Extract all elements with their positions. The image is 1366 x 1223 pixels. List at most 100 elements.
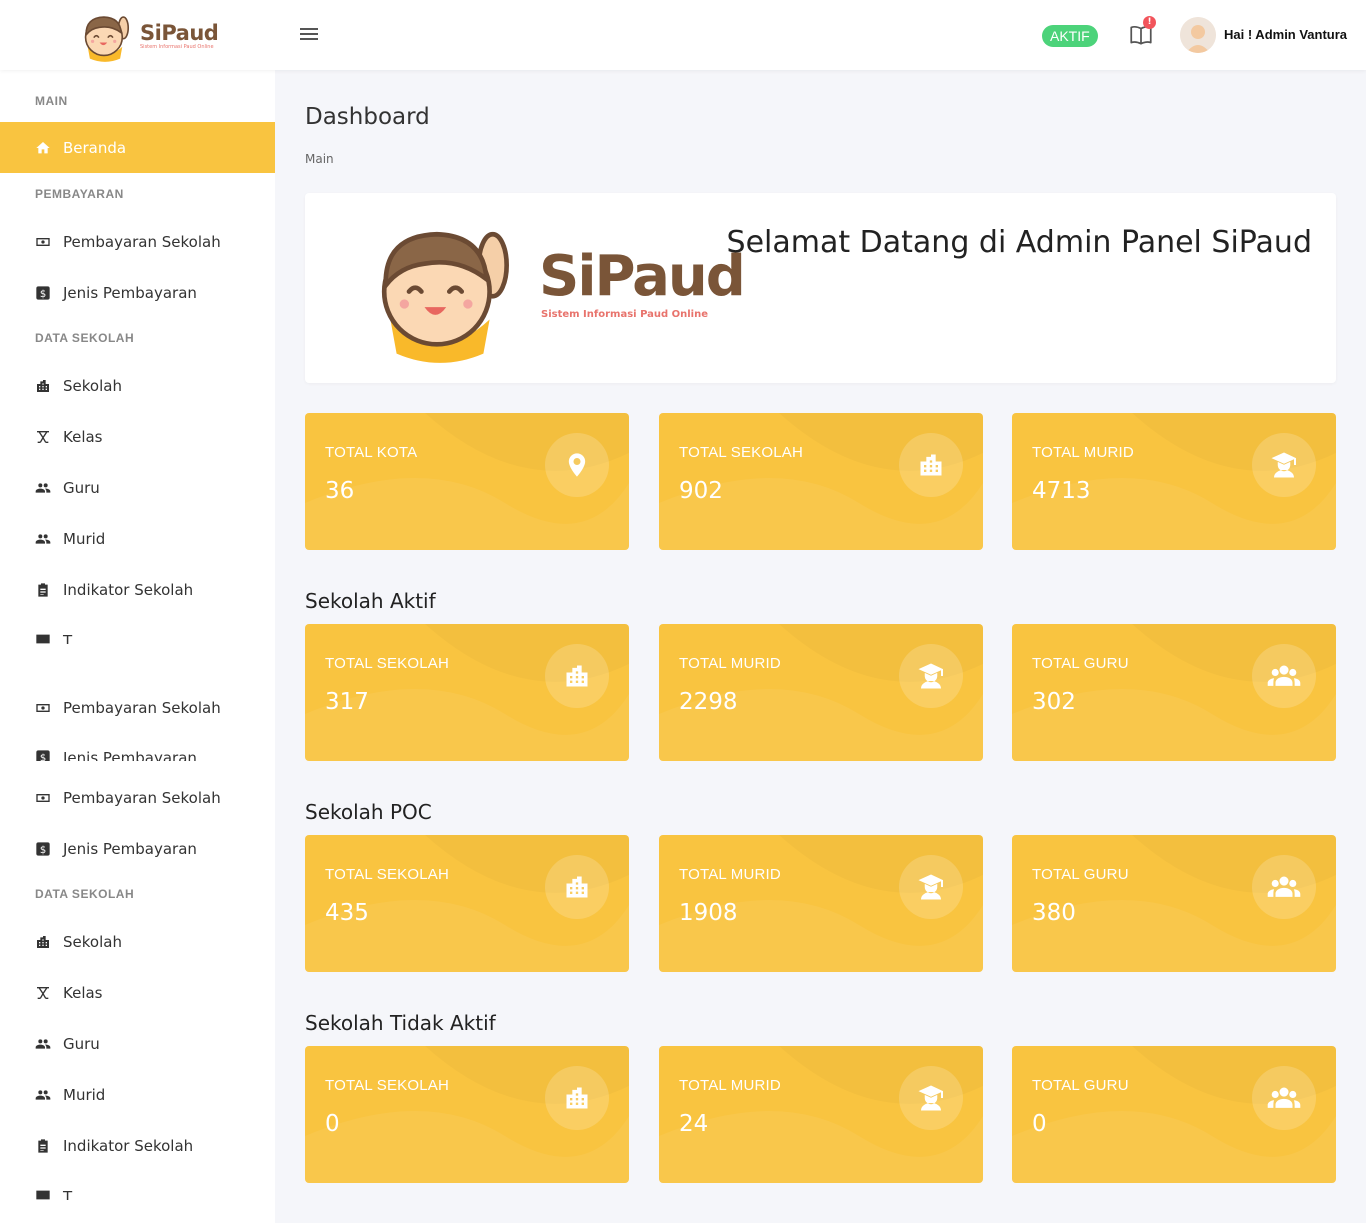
stat-icon-wrap <box>545 1066 609 1130</box>
building-icon <box>563 873 591 901</box>
stat-label: TOTAL MURID <box>679 655 781 672</box>
home-icon <box>35 140 51 156</box>
stat-label: TOTAL GURU <box>1032 1077 1129 1094</box>
users-icon <box>1267 1081 1301 1115</box>
sidebar-item-pembayaran-sekolah[interactable]: Pembayaran Sekolah <box>0 682 275 733</box>
breadcrumb[interactable]: Main <box>305 152 334 166</box>
sidebar-item-pembayaran-sekolah[interactable]: Pembayaran Sekolah <box>0 216 275 267</box>
user-greeting[interactable]: Hai ! Admin Vantura <box>1224 27 1347 42</box>
sidebar-item-label: Murid <box>63 529 106 548</box>
welcome-heading: Selamat Datang di Admin Panel SiPaud <box>726 225 1312 260</box>
sidebar-item-label: Beranda <box>63 138 127 157</box>
people-icon <box>35 480 51 496</box>
stat-value: 0 <box>1032 1111 1047 1137</box>
stat-label: TOTAL SEKOLAH <box>679 444 804 461</box>
building-icon <box>563 662 591 690</box>
stat-value: 4713 <box>1032 478 1091 504</box>
sidebar-item-jenis-pembayaran[interactable]: Jenis Pembayaran <box>0 267 275 318</box>
clipboard-icon <box>35 582 51 598</box>
stat-card-total-sekolah[interactable]: TOTAL SEKOLAH 902 <box>659 413 983 550</box>
stat-label: TOTAL GURU <box>1032 655 1129 672</box>
map-pin-icon <box>563 451 591 479</box>
stat-label: TOTAL MURID <box>1032 444 1134 461</box>
building-icon <box>35 378 51 394</box>
class-icon <box>35 985 51 1001</box>
sidebar-item-kelas[interactable]: Kelas <box>0 411 275 462</box>
clipboard-icon <box>35 1138 51 1154</box>
stat-label: TOTAL KOTA <box>325 444 418 461</box>
stat-icon-wrap <box>899 855 963 919</box>
stat-card-tidak-aktif-murid[interactable]: TOTAL MURID 24 <box>659 1046 983 1183</box>
stat-card-tidak-aktif-sekolah[interactable]: TOTAL SEKOLAH 0 <box>305 1046 629 1183</box>
sidebar-item-murid[interactable]: Murid <box>0 1069 275 1120</box>
sidebar-item-murid[interactable]: Murid <box>0 513 275 564</box>
sidebar-section-pembayaran: PEMBAYARAN <box>35 187 124 201</box>
sidebar-item-label: Kelas <box>63 427 103 446</box>
stat-icon-wrap <box>1252 644 1316 708</box>
stat-icon-wrap <box>1252 1066 1316 1130</box>
sidebar-item-label: T <box>63 1188 73 1200</box>
stat-icon-wrap <box>545 433 609 497</box>
sidebar-item-label: Guru <box>63 478 100 497</box>
sidebar-section-data-sekolah: DATA SEKOLAH <box>35 887 135 901</box>
sidebar-item-kelas[interactable]: Kelas <box>0 967 275 1018</box>
stat-card-poc-guru[interactable]: TOTAL GURU 380 <box>1012 835 1336 972</box>
stat-label: TOTAL GURU <box>1032 866 1129 883</box>
stat-card-total-murid[interactable]: TOTAL MURID 4713 <box>1012 413 1336 550</box>
brand-name: SiPaud <box>140 20 219 45</box>
money-icon <box>35 790 51 806</box>
brand-text: SiPaud Sistem Informasi Paud Online <box>140 20 219 51</box>
logo-mascot-icon <box>78 9 132 63</box>
graduate-icon <box>916 1083 946 1113</box>
stat-value: 317 <box>325 689 369 715</box>
stat-label: TOTAL SEKOLAH <box>325 655 450 672</box>
dollar-icon <box>35 841 51 857</box>
stat-card-aktif-sekolah[interactable]: TOTAL SEKOLAH 317 <box>305 624 629 761</box>
sidebar-item-label: Kelas <box>63 983 103 1002</box>
stat-icon-wrap <box>899 644 963 708</box>
dollar-icon <box>35 285 51 301</box>
building-icon <box>917 451 945 479</box>
stat-card-poc-sekolah[interactable]: TOTAL SEKOLAH 435 <box>305 835 629 972</box>
brand-logo[interactable]: SiPaud Sistem Informasi Paud Online <box>78 8 238 64</box>
sidebar-item-label: Sekolah <box>63 376 122 395</box>
welcome-brand-subtitle: Sistem Informasi Paud Online <box>541 309 709 320</box>
stat-icon-wrap <box>545 644 609 708</box>
stat-card-tidak-aktif-guru[interactable]: TOTAL GURU 0 <box>1012 1046 1336 1183</box>
sidebar-item-guru[interactable]: Guru <box>0 462 275 513</box>
sidebar-item-truncated[interactable]: T <box>0 1188 275 1200</box>
money-icon <box>35 700 51 716</box>
avatar[interactable] <box>1180 17 1216 53</box>
section-title-sekolah-aktif: Sekolah Aktif <box>305 589 436 613</box>
stat-card-aktif-murid[interactable]: TOTAL MURID 2298 <box>659 624 983 761</box>
stat-card-aktif-guru[interactable]: TOTAL GURU 302 <box>1012 624 1336 761</box>
sidebar-item-pembayaran-sekolah[interactable]: Pembayaran Sekolah <box>0 772 275 823</box>
graduate-icon <box>1269 450 1299 480</box>
stat-label: TOTAL SEKOLAH <box>325 1077 450 1094</box>
class-icon <box>35 429 51 445</box>
sidebar-item-truncated[interactable]: T <box>0 632 275 644</box>
stat-value: 0 <box>325 1111 340 1137</box>
menu-toggle-icon[interactable] <box>300 25 320 43</box>
building-icon <box>35 934 51 950</box>
users-icon <box>1267 870 1301 904</box>
sidebar-item-jenis-pembayaran[interactable]: Jenis Pembayaran <box>0 823 275 874</box>
stat-value: 435 <box>325 900 369 926</box>
stat-label: TOTAL SEKOLAH <box>325 866 450 883</box>
sidebar-item-beranda[interactable]: Beranda <box>0 122 275 173</box>
sidebar-item-label: Sekolah <box>63 932 122 951</box>
page-title: Dashboard <box>305 104 430 130</box>
stat-card-poc-murid[interactable]: TOTAL MURID 1908 <box>659 835 983 972</box>
sidebar-item-sekolah[interactable]: Sekolah <box>0 916 275 967</box>
stat-icon-wrap <box>899 1066 963 1130</box>
stat-card-total-kota[interactable]: TOTAL KOTA 36 <box>305 413 629 550</box>
sidebar-item-guru[interactable]: Guru <box>0 1018 275 1069</box>
stat-icon-wrap <box>899 433 963 497</box>
sidebar-item-indikator-sekolah[interactable]: Indikator Sekolah <box>0 1120 275 1171</box>
sidebar-item-indikator-sekolah[interactable]: Indikator Sekolah <box>0 564 275 615</box>
welcome-brand: SiPaud Sistem Informasi Paud Online <box>539 245 746 321</box>
sidebar-item-sekolah[interactable]: Sekolah <box>0 360 275 411</box>
graduate-icon <box>916 872 946 902</box>
sidebar-item-jenis-pembayaran[interactable]: Jenis Pembayaran <box>0 749 275 761</box>
stat-value: 24 <box>679 1111 709 1137</box>
